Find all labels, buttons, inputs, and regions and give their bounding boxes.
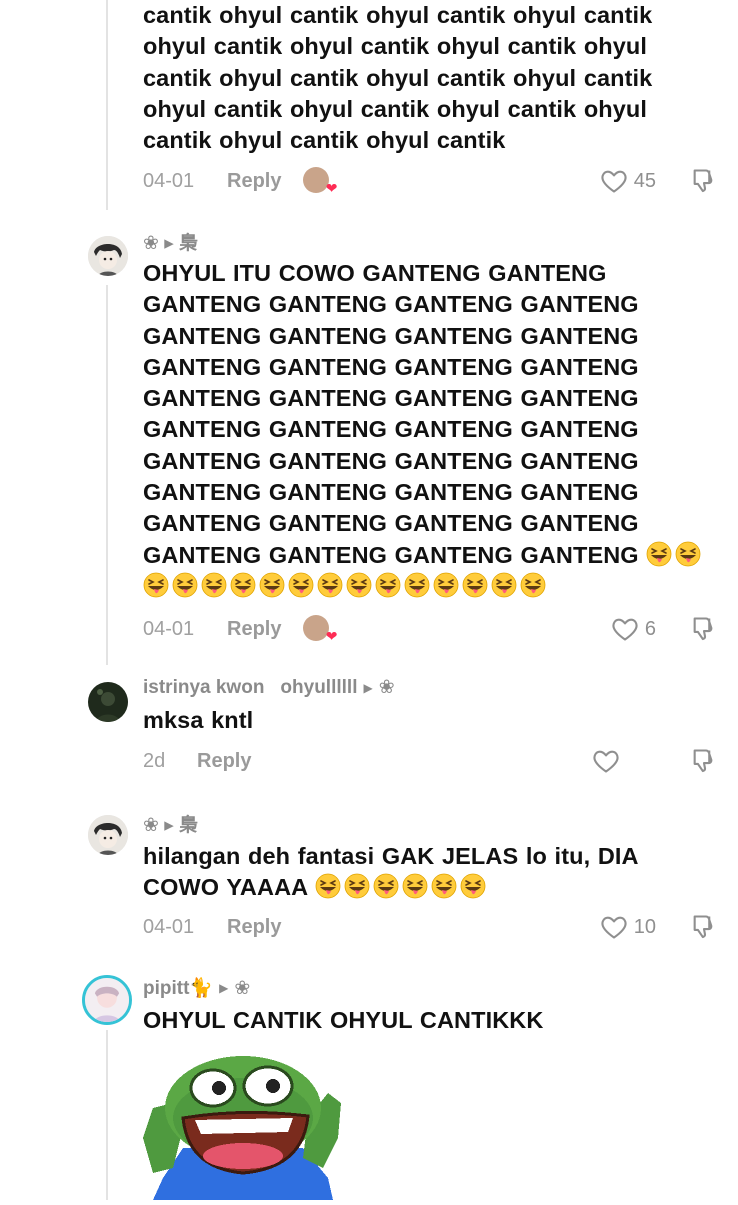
comment-meta: 04-01 Reply ❤ 45 <box>143 166 718 196</box>
reply-arrow-icon: ▶ <box>363 680 373 695</box>
like-count: 45 <box>633 169 656 192</box>
heart-outline-icon <box>600 914 628 940</box>
squinting-tongue-emoji <box>230 572 256 598</box>
thumbs-down-icon <box>693 169 713 193</box>
thumbs-down-icon <box>693 617 713 641</box>
username-text[interactable]: istrinya kwon <box>143 677 264 699</box>
comment-meta: 2d Reply <box>143 746 718 776</box>
heart-icon: ❤ <box>325 180 338 196</box>
squinting-tongue-emoji <box>433 572 459 598</box>
comment-date: 2d <box>143 749 166 772</box>
squinting-tongue-emoji <box>431 873 457 899</box>
squinting-tongue-emoji <box>491 572 517 598</box>
reply-arrow-icon: ▶ <box>219 981 229 995</box>
user-avatar[interactable] <box>88 236 128 276</box>
creator-liked-badge: ❤ <box>303 167 337 196</box>
comment-date: 04-01 <box>143 169 195 192</box>
squinting-tongue-emoji <box>373 873 399 899</box>
heart-outline-icon <box>611 616 639 642</box>
comment-meta: 04-01 Reply 10 <box>143 912 718 942</box>
squinting-tongue-emoji <box>375 572 401 598</box>
emoji-group <box>315 873 489 900</box>
squinting-tongue-emoji <box>259 572 285 598</box>
heart-outline-icon <box>600 168 628 194</box>
squinting-tongue-emoji <box>143 572 169 598</box>
squinting-tongue-emoji <box>317 572 343 598</box>
squinting-tongue-emoji <box>460 873 486 899</box>
reply-button[interactable]: Reply <box>197 750 251 773</box>
dislike-button[interactable] <box>690 167 718 195</box>
comment-username[interactable]: ❀ ▸ 梟 <box>143 228 198 255</box>
squinting-tongue-emoji <box>172 572 198 598</box>
thread-line <box>106 285 108 665</box>
heart-outline-icon <box>592 748 620 774</box>
squinting-tongue-emoji <box>346 572 372 598</box>
squinting-tongue-emoji <box>315 873 341 899</box>
thread-line <box>106 0 108 210</box>
comment-username: pipitt🐈 ▶ ❀ <box>143 976 250 1000</box>
thread-line <box>106 1030 108 1200</box>
comment-meta: 04-01 Reply ❤ 6 <box>143 614 718 644</box>
comment-date: 04-01 <box>143 915 195 938</box>
heart-icon: ❤ <box>325 628 338 644</box>
squinting-tongue-emoji <box>402 873 428 899</box>
dislike-button[interactable] <box>690 615 718 643</box>
thumbs-down-icon <box>693 915 713 939</box>
pepe-frog-sticker <box>143 1048 343 1200</box>
user-avatar[interactable] <box>88 815 128 855</box>
comment-text: mksa kntl <box>143 707 254 733</box>
like-button[interactable] <box>592 748 620 774</box>
reply-button[interactable]: Reply <box>227 170 281 193</box>
comment-text: hilangan deh fantasi GAK JELAS lo itu, D… <box>143 841 718 904</box>
squinting-tongue-emoji <box>404 572 430 598</box>
dislike-button[interactable] <box>690 913 718 941</box>
squinting-tongue-emoji <box>646 541 672 567</box>
comment-text: OHYUL CANTIK OHYUL CANTIKKK <box>143 1007 544 1033</box>
user-avatar[interactable] <box>82 975 132 1025</box>
comment-text: cantik ohyul cantik ohyul cantik ohyul c… <box>143 2 653 154</box>
squinting-tongue-emoji <box>288 572 314 598</box>
reply-button[interactable]: Reply <box>227 916 281 939</box>
reply-to-tag[interactable]: ❀ <box>379 676 395 699</box>
comment-username[interactable]: ❀ ▸ 梟 <box>143 810 198 837</box>
comment-date: 04-01 <box>143 617 195 640</box>
comment-text-body: OHYUL ITU COWO GANTENG GANTENG GANTENG G… <box>143 260 639 568</box>
squinting-tongue-emoji <box>201 572 227 598</box>
reply-button[interactable]: Reply <box>227 618 281 641</box>
reply-to-name[interactable]: ohyullllll <box>280 677 357 699</box>
squinting-tongue-emoji <box>520 572 546 598</box>
like-button[interactable]: 45 <box>600 168 656 194</box>
like-button[interactable]: 10 <box>600 914 656 940</box>
reply-to-tag[interactable]: ❀ <box>234 977 250 1000</box>
thumbs-down-icon <box>693 749 713 773</box>
comment-text: OHYUL ITU COWO GANTENG GANTENG GANTENG G… <box>143 258 718 602</box>
squinting-tongue-emoji <box>675 541 701 567</box>
dislike-button[interactable] <box>690 747 718 775</box>
like-button[interactable]: 6 <box>611 616 656 642</box>
squinting-tongue-emoji <box>344 873 370 899</box>
like-count: 6 <box>644 617 656 640</box>
squinting-tongue-emoji <box>462 572 488 598</box>
user-avatar[interactable] <box>88 682 128 722</box>
username-text[interactable]: pipitt🐈 <box>143 976 213 1000</box>
creator-liked-badge: ❤ <box>303 615 337 644</box>
comment-username: istrinya kwon ohyullllll ▶ ❀ <box>143 676 395 699</box>
like-count: 10 <box>633 915 656 938</box>
